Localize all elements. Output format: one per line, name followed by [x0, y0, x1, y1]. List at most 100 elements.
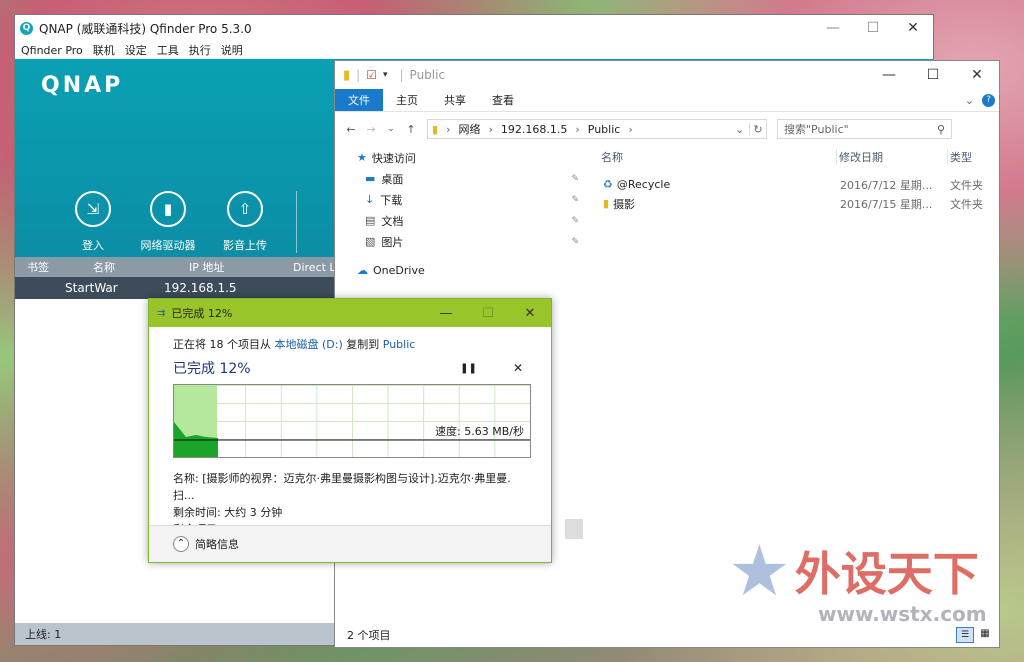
- expand-ribbon-icon[interactable]: ⌄: [965, 94, 974, 107]
- file-row-photo[interactable]: ▮ 摄影 2016/7/15 星期... 文件夹: [595, 194, 999, 213]
- document-icon: ▤: [365, 214, 376, 227]
- nav-item-documents[interactable]: ▤ 文档 ✎: [335, 210, 587, 231]
- maximize-button[interactable]: ☐: [853, 20, 893, 36]
- copy-summary: 正在将 18 个项目从 本地磁盘 (D:) 复制到 Public: [173, 336, 527, 352]
- pin-icon[interactable]: ✎: [571, 174, 579, 184]
- file-list: 名称 修改日期 类型 ♻ @Recycle 2016/7/12 星期... 文件…: [595, 145, 999, 213]
- minimize-button[interactable]: —: [425, 306, 467, 321]
- help-icon[interactable]: ?: [982, 93, 995, 107]
- search-input[interactable]: 搜索"Public" ⚲: [777, 119, 952, 139]
- col-bookmark[interactable]: 书签: [15, 259, 77, 275]
- upload-icon: ⇧: [227, 191, 263, 227]
- source-link[interactable]: 本地磁盘 (D:): [275, 338, 343, 351]
- file-list-header: 名称 修改日期 类型: [595, 145, 999, 169]
- col-name[interactable]: 名称: [77, 259, 181, 275]
- tab-view[interactable]: 查看: [479, 89, 527, 111]
- close-button[interactable]: ✕: [893, 20, 933, 36]
- explorer-titlebar[interactable]: ▮ | ☑ ▾ | Public — ☐ ✕: [335, 61, 999, 89]
- speed-label: 速度: 5.63 MB/秒: [435, 425, 524, 438]
- chevron-up-icon: ⌃: [173, 536, 189, 552]
- destination-link[interactable]: Public: [383, 338, 416, 351]
- file-row-recycle[interactable]: ♻ @Recycle 2016/7/12 星期... 文件夹: [595, 175, 999, 194]
- quick-access-dropdown-icon[interactable]: ▾: [383, 70, 388, 80]
- maximize-button[interactable]: ☐: [911, 67, 955, 83]
- recent-dropdown-icon[interactable]: ⌄: [381, 124, 401, 134]
- tab-home[interactable]: 主页: [383, 89, 431, 111]
- login-icon: ⇲: [75, 191, 111, 227]
- recycle-folder-icon: ♻: [603, 178, 613, 191]
- file-date: 2016/7/12 星期...: [840, 178, 933, 192]
- col-name[interactable]: 名称: [595, 149, 836, 165]
- nav-onedrive[interactable]: ☁ OneDrive: [335, 260, 587, 281]
- large-icons-view-icon[interactable]: ▦: [977, 627, 993, 641]
- less-details-button[interactable]: ⌃ 简略信息: [149, 525, 551, 562]
- qnap-logo: QNAP: [41, 73, 124, 98]
- details-view-icon[interactable]: ☰: [956, 627, 974, 643]
- media-upload-label: 影音上传: [223, 239, 267, 252]
- col-date[interactable]: 修改日期: [836, 149, 947, 165]
- network-drive-button[interactable]: ▮ 网络驱动器: [128, 191, 208, 253]
- ribbon-tabs: 文件 主页 共享 查看 ⌄ ?: [335, 89, 999, 112]
- address-dropdown-icon[interactable]: ⌄: [735, 123, 749, 136]
- menu-connect[interactable]: 联机: [93, 42, 115, 58]
- pictures-label: 图片: [381, 235, 404, 249]
- pin-icon[interactable]: ✎: [571, 237, 579, 247]
- login-button[interactable]: ⇲ 登入: [53, 191, 133, 253]
- address-row: ← → ⌄ ↑ ▮ › 网络 › 192.168.1.5 › Public › …: [335, 112, 999, 146]
- forward-icon[interactable]: →: [361, 123, 381, 136]
- nav-item-downloads[interactable]: ↓ 下载 ✎: [335, 189, 587, 210]
- online-count: 上线: 1: [25, 628, 62, 641]
- qfinder-title: QNAP (威联通科技) Qfinder Pro 5.3.0: [39, 21, 252, 36]
- time-remaining: 剩余时间: 大约 3 分钟: [173, 506, 283, 519]
- tab-share[interactable]: 共享: [431, 89, 479, 111]
- qfinder-titlebar[interactable]: Q QNAP (威联通科技) Qfinder Pro 5.3.0 — ☐ ✕: [15, 15, 933, 41]
- qfinder-logo-icon: Q: [20, 21, 33, 35]
- back-icon[interactable]: ←: [341, 123, 361, 136]
- breadcrumb-host[interactable]: 192.168.1.5: [501, 123, 567, 136]
- nav-scrollbar-thumb[interactable]: [565, 519, 583, 539]
- watermark-star-icon: ★: [728, 530, 791, 612]
- breadcrumb-public[interactable]: Public: [588, 123, 621, 136]
- minimize-button[interactable]: —: [813, 20, 853, 36]
- network-drive-label: 网络驱动器: [140, 239, 196, 252]
- refresh-icon[interactable]: ↻: [749, 122, 766, 136]
- menu-tools[interactable]: 工具: [157, 42, 179, 58]
- pause-button[interactable]: ❚❚: [460, 363, 477, 374]
- file-name: 摄影: [613, 197, 636, 211]
- copy-icon: ⇉: [157, 307, 166, 319]
- less-details-label: 简略信息: [195, 538, 239, 551]
- quick-access-label: 快速访问: [371, 151, 416, 165]
- close-button[interactable]: ✕: [509, 306, 551, 321]
- copy-dialog-titlebar[interactable]: ⇉ 已完成 12% — ☐ ✕: [149, 299, 551, 327]
- menu-run[interactable]: 执行: [189, 42, 211, 58]
- cancel-button[interactable]: ✕: [513, 361, 523, 375]
- menu-qfinder[interactable]: Qfinder Pro: [21, 44, 83, 57]
- address-bar[interactable]: ▮ › 网络 › 192.168.1.5 › Public › ⌄ ↻: [427, 119, 767, 139]
- watermark: ★ 外设天下 www.wstx.com: [728, 530, 987, 626]
- col-ip[interactable]: IP 地址: [181, 259, 285, 275]
- folder-icon: ▮: [603, 197, 610, 210]
- menu-settings[interactable]: 设定: [125, 42, 147, 58]
- watermark-url: www.wstx.com: [818, 602, 987, 626]
- copy-mid: 复制到: [346, 338, 380, 351]
- nav-item-desktop[interactable]: ▬ 桌面 ✎: [335, 168, 587, 189]
- maximize-button[interactable]: ☐: [467, 306, 509, 321]
- up-icon[interactable]: ↑: [401, 123, 421, 136]
- nav-quick-access[interactable]: ★ 快速访问: [335, 147, 587, 168]
- minimize-button[interactable]: —: [867, 67, 911, 83]
- copy-progress-dialog: ⇉ 已完成 12% — ☐ ✕ 正在将 18 个项目从 本地磁盘 (D:) 复制…: [148, 298, 552, 563]
- breadcrumb-network[interactable]: 网络: [458, 121, 480, 137]
- pin-icon[interactable]: ✎: [571, 216, 579, 226]
- tab-file[interactable]: 文件: [335, 89, 383, 111]
- pin-icon[interactable]: ✎: [571, 195, 579, 205]
- col-type[interactable]: 类型: [947, 149, 972, 165]
- media-upload-button[interactable]: ⇧ 影音上传: [205, 191, 285, 253]
- close-button[interactable]: ✕: [955, 67, 999, 83]
- item-count: 2 个项目: [347, 629, 391, 642]
- menu-help[interactable]: 说明: [221, 42, 243, 58]
- downloads-label: 下载: [380, 193, 403, 207]
- properties-icon[interactable]: ☑: [366, 68, 377, 82]
- nav-item-pictures[interactable]: ▧ 图片 ✎: [335, 231, 587, 252]
- onedrive-label: OneDrive: [373, 264, 425, 277]
- star-icon: ★: [357, 151, 367, 164]
